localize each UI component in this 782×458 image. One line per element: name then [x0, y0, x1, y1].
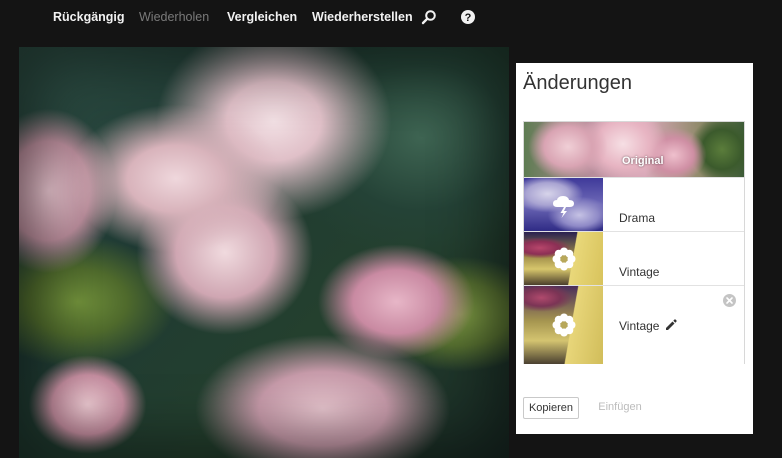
change-item-label-wrap: Vintage	[619, 319, 678, 333]
toolbar: Rückgängig Wiederholen Vergleichen Wiede…	[0, 0, 782, 36]
change-item-label: Original	[622, 155, 664, 167]
change-item-label: Vintage	[619, 319, 660, 333]
pencil-icon[interactable]	[665, 319, 678, 331]
paste-button[interactable]: Einfügen	[592, 397, 648, 419]
help-icon[interactable]: ?	[460, 9, 476, 25]
changes-panel: Änderungen Original Drama Vintage Vintag…	[516, 63, 753, 434]
change-item-original[interactable]: Original	[524, 122, 744, 177]
vintage-thumbnail	[524, 286, 603, 364]
undo-button[interactable]: Rückgängig	[53, 10, 125, 24]
weather-storm-icon	[549, 190, 579, 220]
flower-icon	[549, 310, 579, 340]
photo-vignette	[19, 47, 509, 458]
original-thumbnail	[524, 122, 744, 177]
compare-button[interactable]: Vergleichen	[227, 10, 297, 24]
search-icon[interactable]	[421, 9, 437, 25]
change-item-drama[interactable]: Drama	[524, 177, 744, 231]
drama-thumbnail	[524, 178, 603, 231]
vintage-thumbnail	[524, 232, 603, 285]
change-item-label: Drama	[619, 211, 656, 225]
photo-canvas	[19, 47, 509, 458]
svg-text:?: ?	[465, 12, 472, 24]
redo-button[interactable]: Wiederholen	[139, 10, 209, 24]
panel-title: Änderungen	[523, 72, 632, 94]
change-item-vintage[interactable]: Vintage	[524, 231, 744, 285]
restore-button[interactable]: Wiederherstellen	[312, 10, 413, 24]
flower-icon	[549, 244, 579, 274]
copy-button[interactable]: Kopieren	[523, 397, 579, 419]
changes-list: Original Drama Vintage Vintage	[523, 121, 745, 364]
change-item-vintage-current[interactable]: Vintage	[524, 285, 744, 364]
change-item-label: Vintage	[619, 265, 660, 279]
remove-change-icon[interactable]	[723, 294, 736, 307]
